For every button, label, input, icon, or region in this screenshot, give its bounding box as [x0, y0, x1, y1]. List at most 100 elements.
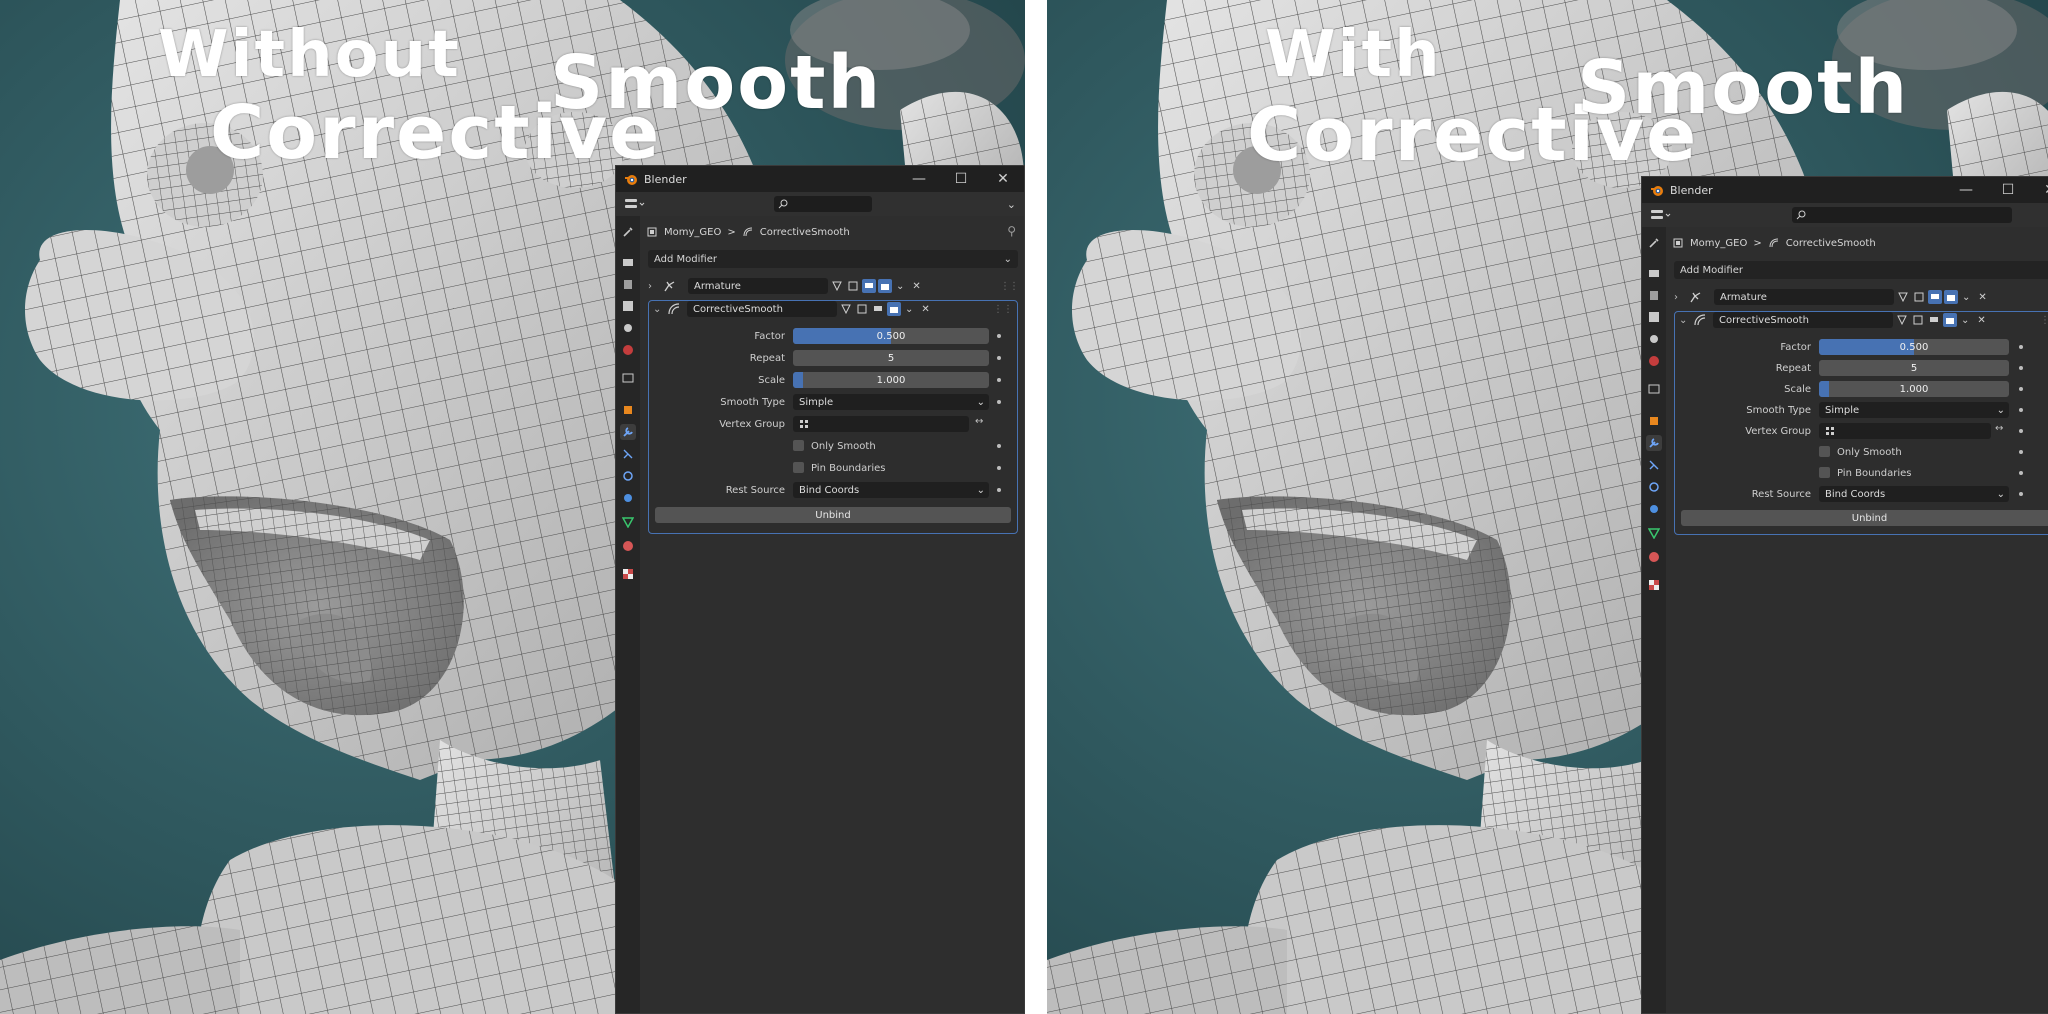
- view-layer-tab-icon[interactable]: [1646, 309, 1662, 325]
- data-tab-icon[interactable]: [1646, 525, 1662, 541]
- keyframe-dot[interactable]: [2019, 366, 2023, 370]
- keyframe-dot[interactable]: [2019, 429, 2023, 433]
- factor-slider[interactable]: 0.500: [1819, 339, 2009, 355]
- constraints-tab-icon[interactable]: [620, 490, 636, 506]
- collection-tab-icon[interactable]: [1646, 381, 1662, 397]
- keyframe-dot[interactable]: [2019, 408, 2023, 412]
- modifier-name-field[interactable]: CorrectiveSmooth: [1713, 312, 1893, 328]
- remove-modifier-icon[interactable]: ✕: [1977, 315, 1985, 326]
- particles-tab-icon[interactable]: [620, 446, 636, 462]
- add-modifier-dropdown[interactable]: Add Modifier ⌄: [648, 250, 1018, 268]
- smooth-type-dropdown[interactable]: Simple ⌄: [793, 394, 989, 410]
- pin-boundaries-checkbox[interactable]: [1819, 467, 1830, 478]
- collection-tab-icon[interactable]: [620, 370, 636, 386]
- tool-tab-icon[interactable]: [620, 224, 636, 240]
- expand-arrow-icon[interactable]: ›: [648, 281, 662, 292]
- modifier-tab-icon[interactable]: [620, 424, 636, 440]
- render-tab-icon[interactable]: [620, 254, 636, 270]
- pin-boundaries-checkbox[interactable]: [793, 462, 804, 473]
- data-tab-icon[interactable]: [620, 514, 636, 530]
- pin-icon[interactable]: ⚲: [1007, 224, 1016, 238]
- modifier-tab-icon[interactable]: [1646, 435, 1662, 451]
- output-tab-icon[interactable]: [620, 276, 636, 292]
- texture-tab-icon[interactable]: [620, 566, 636, 582]
- invert-arrows-icon[interactable]: ↔: [975, 416, 983, 427]
- scale-slider[interactable]: 1.000: [793, 372, 989, 388]
- scene-tab-icon[interactable]: [620, 320, 636, 336]
- dropdown-chevron-icon[interactable]: ⌄: [1962, 292, 1970, 303]
- title-bar[interactable]: Blender — ☐ ✕: [616, 166, 1024, 192]
- particles-tab-icon[interactable]: [1646, 457, 1662, 473]
- keyframe-dot[interactable]: [2019, 471, 2023, 475]
- close-icon[interactable]: ✕: [982, 166, 1024, 192]
- on-cage-icon[interactable]: [1896, 290, 1910, 304]
- dropdown-chevron-icon[interactable]: ⌄: [905, 304, 913, 315]
- collapse-arrow-icon[interactable]: ⌄: [1679, 315, 1693, 326]
- dropdown-chevron-icon[interactable]: ⌄: [896, 281, 904, 292]
- unbind-button[interactable]: Unbind: [1681, 510, 2048, 526]
- search-input[interactable]: [774, 196, 872, 212]
- modifier-corrective-smooth-header[interactable]: ⌄ CorrectiveSmooth ⌄ ✕ ⋮⋮: [649, 299, 1017, 319]
- modifier-name-field[interactable]: Armature: [1714, 289, 1894, 305]
- render-icon[interactable]: [887, 302, 901, 316]
- render-icon[interactable]: [1944, 290, 1958, 304]
- render-icon[interactable]: [1943, 313, 1957, 327]
- invert-arrows-icon[interactable]: ↔: [1995, 423, 2003, 434]
- modifier-corrective-smooth-header[interactable]: ⌄ CorrectiveSmooth ⌄ ✕ ⋮⋮: [1675, 310, 2048, 330]
- keyframe-dot[interactable]: [997, 356, 1001, 360]
- physics-tab-icon[interactable]: [1646, 479, 1662, 495]
- options-chevron-down-icon[interactable]: ⌄: [1007, 198, 1016, 211]
- texture-tab-icon[interactable]: [1646, 577, 1662, 593]
- drag-handle-icon[interactable]: ⋮⋮: [2040, 315, 2048, 326]
- collapse-arrow-icon[interactable]: ⌄: [653, 304, 667, 315]
- only-smooth-checkbox[interactable]: [793, 440, 804, 451]
- keyframe-dot[interactable]: [997, 466, 1001, 470]
- vertex-group-field[interactable]: [793, 416, 969, 432]
- add-modifier-dropdown[interactable]: Add Modifier ⌄: [1674, 261, 2048, 279]
- drag-handle-icon[interactable]: ⋮⋮: [993, 304, 1013, 315]
- render-icon[interactable]: [878, 279, 892, 293]
- edit-mode-icon[interactable]: [846, 279, 860, 293]
- keyframe-dot[interactable]: [2019, 387, 2023, 391]
- minimize-icon[interactable]: —: [898, 166, 940, 192]
- repeat-field[interactable]: 5: [793, 350, 989, 366]
- search-input[interactable]: [1792, 207, 2012, 223]
- only-smooth-checkbox[interactable]: [1819, 446, 1830, 457]
- factor-slider[interactable]: 0.500: [793, 328, 989, 344]
- edit-mode-icon[interactable]: [1911, 313, 1925, 327]
- rest-source-dropdown[interactable]: Bind Coords ⌄: [793, 482, 989, 498]
- modifier-name-field[interactable]: Armature: [688, 278, 828, 294]
- modifier-armature-header[interactable]: › Armature ⌄ ✕ ⋮⋮: [1674, 287, 2048, 307]
- constraints-tab-icon[interactable]: [1646, 501, 1662, 517]
- keyframe-dot[interactable]: [997, 488, 1001, 492]
- render-tab-icon[interactable]: [1646, 265, 1662, 281]
- world-tab-icon[interactable]: [1646, 353, 1662, 369]
- material-tab-icon[interactable]: [620, 538, 636, 554]
- maximize-icon[interactable]: ☐: [1987, 177, 2029, 203]
- keyframe-dot[interactable]: [2019, 345, 2023, 349]
- output-tab-icon[interactable]: [1646, 287, 1662, 303]
- scale-slider[interactable]: 1.000: [1819, 381, 2009, 397]
- close-icon[interactable]: ✕: [2029, 177, 2048, 203]
- object-tab-icon[interactable]: [620, 402, 636, 418]
- world-tab-icon[interactable]: [620, 342, 636, 358]
- realtime-icon[interactable]: [862, 279, 876, 293]
- repeat-field[interactable]: 5: [1819, 360, 2009, 376]
- editor-type-button[interactable]: [1650, 206, 1674, 224]
- keyframe-dot[interactable]: [997, 444, 1001, 448]
- realtime-icon[interactable]: [1927, 313, 1941, 327]
- object-tab-icon[interactable]: [1646, 413, 1662, 429]
- title-bar[interactable]: Blender — ☐ ✕: [1642, 177, 2048, 203]
- modifier-armature-header[interactable]: › Armature ⌄ ✕ ⋮⋮: [648, 276, 1019, 296]
- realtime-icon[interactable]: [1928, 290, 1942, 304]
- remove-modifier-icon[interactable]: ✕: [912, 281, 920, 292]
- scene-tab-icon[interactable]: [1646, 331, 1662, 347]
- maximize-icon[interactable]: ☐: [940, 166, 982, 192]
- on-cage-icon[interactable]: [839, 302, 853, 316]
- view-layer-tab-icon[interactable]: [620, 298, 636, 314]
- edit-mode-icon[interactable]: [855, 302, 869, 316]
- dropdown-chevron-icon[interactable]: ⌄: [1961, 315, 1969, 326]
- rest-source-dropdown[interactable]: Bind Coords ⌄: [1819, 486, 2009, 502]
- keyframe-dot[interactable]: [2019, 450, 2023, 454]
- realtime-icon[interactable]: [871, 302, 885, 316]
